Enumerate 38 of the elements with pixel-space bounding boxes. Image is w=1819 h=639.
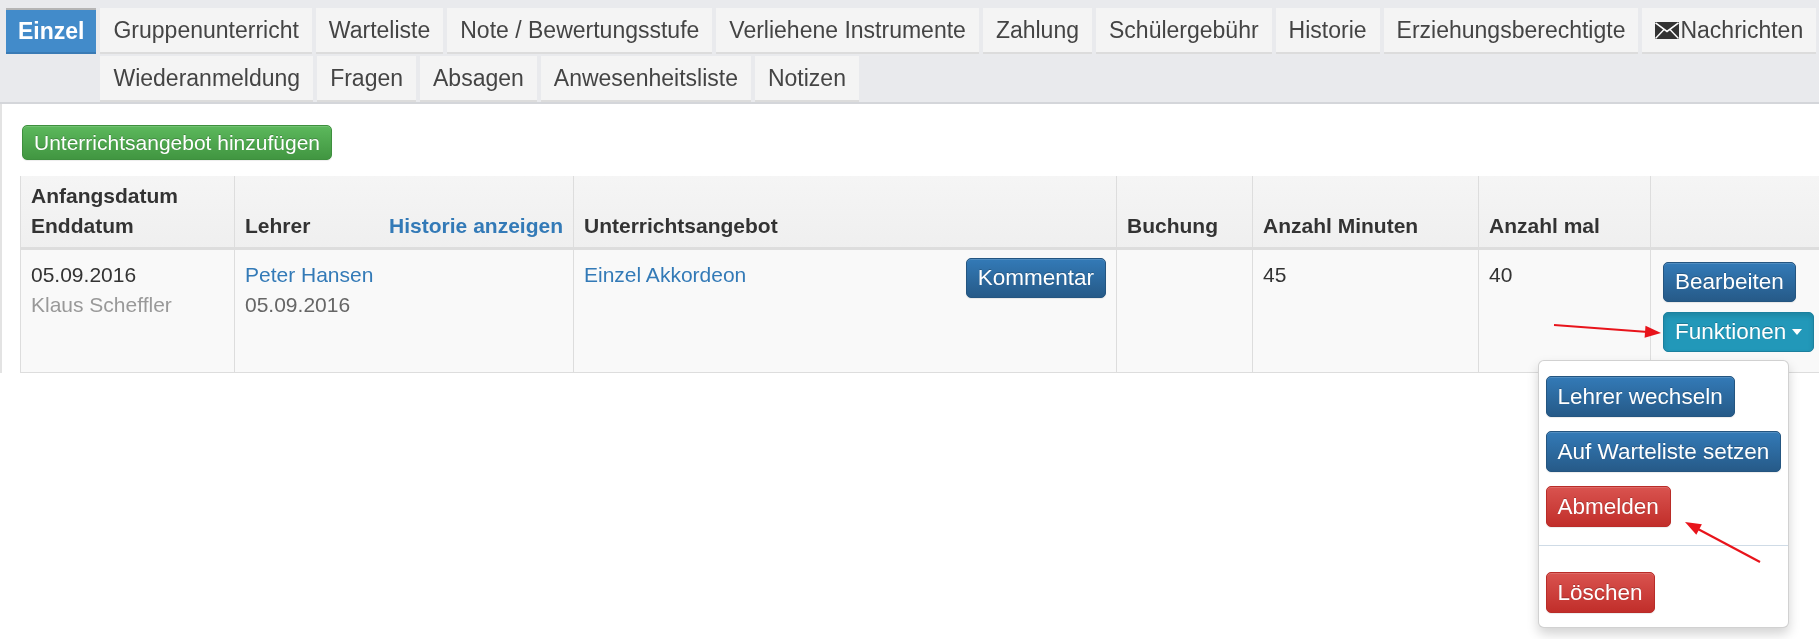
tab[interactable]: Erziehungsberechtigte [1383, 8, 1639, 54]
envelope-icon [1655, 21, 1680, 39]
caret-icon [1792, 329, 1803, 335]
start-date-text: 05.09.2016 [31, 262, 138, 288]
teacher-date-text: 05.09.2016 [245, 292, 352, 318]
tab[interactable]: Fragen [317, 56, 416, 102]
column-header: Buchung [1127, 213, 1218, 239]
column-header: Anfangsdatum [31, 183, 178, 209]
tab[interactable]: Verliehene Instrumente [716, 8, 979, 54]
tab[interactable]: Nachrichten [1642, 8, 1817, 54]
column-header: Anzahl Minuten [1263, 213, 1419, 239]
person-name-text: Klaus Scheffler [31, 292, 173, 318]
menu-item-button[interactable]: Abmelden [1545, 486, 1671, 527]
edit-button[interactable]: Bearbeiten [1663, 262, 1796, 302]
tab[interactable]: Historie [1275, 8, 1380, 54]
tab[interactable]: Anwesenheitsliste [540, 56, 751, 102]
menu-item-button[interactable]: Löschen [1545, 572, 1655, 613]
menu-item-button[interactable]: Lehrer wechseln [1545, 376, 1735, 417]
tab[interactable]: Wiederanmeldung [100, 56, 314, 102]
count-text: 40 [1489, 263, 1513, 286]
menu-item-button[interactable]: Auf Warteliste setzen [1545, 431, 1782, 472]
tab[interactable]: Warteliste [315, 8, 444, 54]
column-header: Enddatum [31, 213, 135, 239]
tab[interactable]: Schülergebühr [1096, 8, 1272, 54]
comment-button[interactable]: Kommentar [965, 258, 1106, 298]
minutes-text: 45 [1263, 263, 1287, 286]
teacher-link[interactable]: Peter Hansen [245, 260, 563, 290]
column-header: Unterrichtsangebot [584, 213, 778, 239]
tab[interactable]: Gruppenunterricht [100, 8, 312, 54]
offer-link[interactable]: Einzel Akkordeon [584, 263, 747, 286]
tab[interactable]: Notizen [754, 56, 859, 102]
tab[interactable]: Einzel [6, 8, 97, 54]
history-link[interactable]: Historie anzeigen [389, 211, 563, 241]
tab[interactable]: Zahlung [982, 8, 1092, 54]
column-header: Lehrer [245, 213, 311, 239]
column-header: Anzahl mal [1489, 213, 1600, 239]
tab[interactable]: Note / Bewertungsstufe [447, 8, 713, 54]
tab[interactable]: Absagen [420, 56, 537, 102]
